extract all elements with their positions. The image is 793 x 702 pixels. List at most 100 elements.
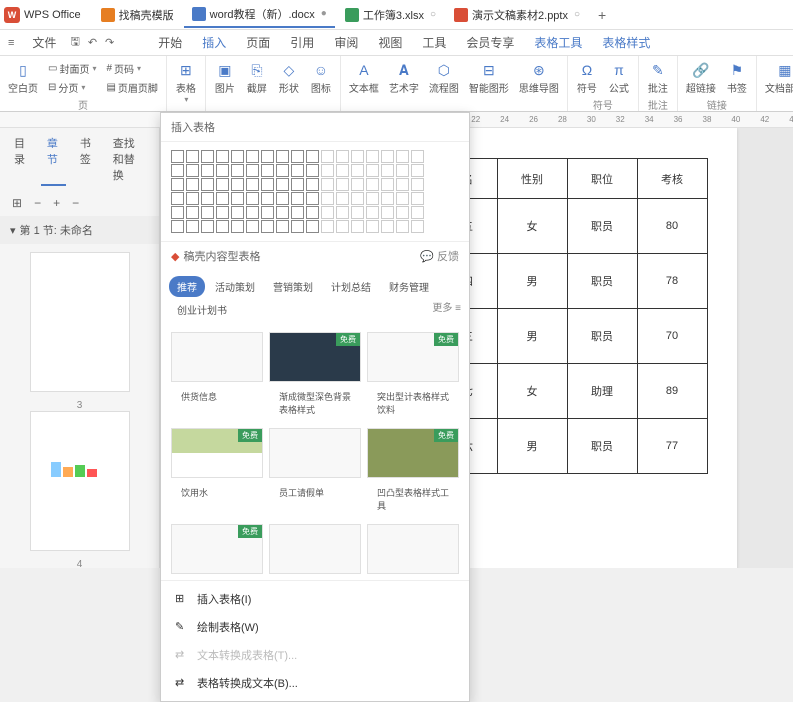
- template-card[interactable]: [171, 332, 263, 382]
- grid-cell[interactable]: [366, 192, 379, 205]
- grid-cell[interactable]: [381, 164, 394, 177]
- grid-cell[interactable]: [261, 206, 274, 219]
- table-header[interactable]: 职位: [567, 159, 637, 199]
- grid-cell[interactable]: [246, 192, 259, 205]
- table-cell[interactable]: 职员: [567, 309, 637, 364]
- grid-cell[interactable]: [216, 150, 229, 163]
- grid-cell[interactable]: [336, 164, 349, 177]
- pagenum-button[interactable]: #页码▾: [102, 59, 161, 78]
- template-card[interactable]: 免费: [269, 332, 361, 382]
- grid-cell[interactable]: [276, 178, 289, 191]
- section-header[interactable]: ▾ 第 1 节: 未命名: [0, 216, 159, 244]
- table-cell[interactable]: 助理: [567, 364, 637, 419]
- icon-button[interactable]: ☺图标: [306, 58, 336, 97]
- mindmap-button[interactable]: ⊛思维导图: [515, 58, 563, 97]
- template-card[interactable]: [367, 524, 459, 574]
- screenshot-button[interactable]: ⎘截屏: [242, 58, 272, 97]
- grid-cell[interactable]: [396, 164, 409, 177]
- grid-cell[interactable]: [351, 192, 364, 205]
- template-card[interactable]: 免费: [171, 428, 263, 478]
- tab-xlsx[interactable]: 工作簿3.xlsx ○: [337, 3, 444, 27]
- blank-page-button[interactable]: ▯空白页: [4, 58, 42, 97]
- symbol-button[interactable]: Ω符号: [572, 58, 602, 97]
- grid-cell[interactable]: [321, 192, 334, 205]
- grid-cell[interactable]: [351, 164, 364, 177]
- grid-cell[interactable]: [186, 192, 199, 205]
- grid-cell[interactable]: [171, 206, 184, 219]
- grid-cell[interactable]: [231, 150, 244, 163]
- grid-cell[interactable]: [336, 206, 349, 219]
- table-cell[interactable]: 女: [497, 364, 567, 419]
- hyperlink-button[interactable]: 🔗超链接: [682, 58, 720, 97]
- grid-cell[interactable]: [411, 192, 424, 205]
- undo-icon[interactable]: ↶: [88, 36, 97, 49]
- grid-cell[interactable]: [276, 220, 289, 233]
- grid-cell[interactable]: [396, 192, 409, 205]
- grid-cell[interactable]: [171, 164, 184, 177]
- grid-cell[interactable]: [276, 150, 289, 163]
- textbox-button[interactable]: A文本框: [345, 58, 383, 97]
- template-tab[interactable]: 创业计划书: [169, 299, 235, 320]
- grid-cell[interactable]: [411, 206, 424, 219]
- feedback-link[interactable]: 💬 反馈: [420, 248, 459, 264]
- grid-cell[interactable]: [291, 178, 304, 191]
- grid-cell[interactable]: [186, 150, 199, 163]
- grid-cell[interactable]: [306, 206, 319, 219]
- grid-cell[interactable]: [246, 178, 259, 191]
- grid-cell[interactable]: [261, 150, 274, 163]
- grid-cell[interactable]: [306, 164, 319, 177]
- grid-cell[interactable]: [261, 192, 274, 205]
- cover-button[interactable]: ▭封面页▾: [44, 59, 100, 78]
- flowchart-button[interactable]: ⬡流程图: [425, 58, 463, 97]
- grid-cell[interactable]: [411, 178, 424, 191]
- redo-icon[interactable]: ↷: [105, 36, 114, 49]
- close-icon[interactable]: ○: [574, 9, 580, 20]
- grid-cell[interactable]: [231, 164, 244, 177]
- menu-page[interactable]: 页面: [236, 31, 280, 54]
- sidebar-tab-sections[interactable]: 章节: [41, 132, 66, 186]
- page-thumb[interactable]: [30, 252, 130, 392]
- template-more[interactable]: 更多 ≡: [432, 299, 461, 320]
- menu-table-style[interactable]: 表格样式: [592, 31, 660, 54]
- table-header[interactable]: 性别: [497, 159, 567, 199]
- grid-cell[interactable]: [366, 178, 379, 191]
- tab-word-doc[interactable]: word教程（新）.docx ●: [184, 2, 335, 28]
- grid-cell[interactable]: [216, 164, 229, 177]
- grid-cell[interactable]: [381, 220, 394, 233]
- grid-cell[interactable]: [306, 220, 319, 233]
- grid-cell[interactable]: [246, 164, 259, 177]
- grid-cell[interactable]: [216, 192, 229, 205]
- grid-cell[interactable]: [306, 192, 319, 205]
- draw-table-option[interactable]: ✎绘制表格(W): [161, 613, 469, 641]
- sidebar-tab-find[interactable]: 查找和替换: [107, 132, 151, 186]
- grid-cell[interactable]: [201, 192, 214, 205]
- grid-cell[interactable]: [186, 178, 199, 191]
- template-tab[interactable]: 活动策划: [207, 276, 263, 297]
- grid-cell[interactable]: [396, 220, 409, 233]
- template-card[interactable]: [269, 524, 361, 574]
- grid-cell[interactable]: [171, 150, 184, 163]
- table-grid-picker[interactable]: [161, 142, 469, 241]
- menu-review[interactable]: 审阅: [324, 31, 368, 54]
- grid-cell[interactable]: [321, 178, 334, 191]
- grid-cell[interactable]: [396, 150, 409, 163]
- table-cell[interactable]: 女: [497, 199, 567, 254]
- table-cell[interactable]: 男: [497, 309, 567, 364]
- grid-cell[interactable]: [291, 164, 304, 177]
- grid-cell[interactable]: [246, 220, 259, 233]
- menu-insert[interactable]: 插入: [192, 31, 236, 54]
- grid-cell[interactable]: [291, 192, 304, 205]
- grid-cell[interactable]: [216, 206, 229, 219]
- grid-cell[interactable]: [186, 220, 199, 233]
- table-to-text-option[interactable]: ⇄表格转换成文本(B)...: [161, 669, 469, 697]
- add-tab-button[interactable]: +: [590, 3, 614, 27]
- grid-cell[interactable]: [231, 192, 244, 205]
- comment-button[interactable]: ✎批注: [643, 58, 673, 97]
- expand-icon[interactable]: ⊞: [8, 194, 26, 212]
- table-cell[interactable]: 80: [637, 199, 707, 254]
- save-icon[interactable]: 🖫: [70, 33, 79, 52]
- grid-cell[interactable]: [366, 164, 379, 177]
- grid-cell[interactable]: [396, 206, 409, 219]
- table-cell[interactable]: 78: [637, 254, 707, 309]
- menu-table-tools[interactable]: 表格工具: [524, 31, 592, 54]
